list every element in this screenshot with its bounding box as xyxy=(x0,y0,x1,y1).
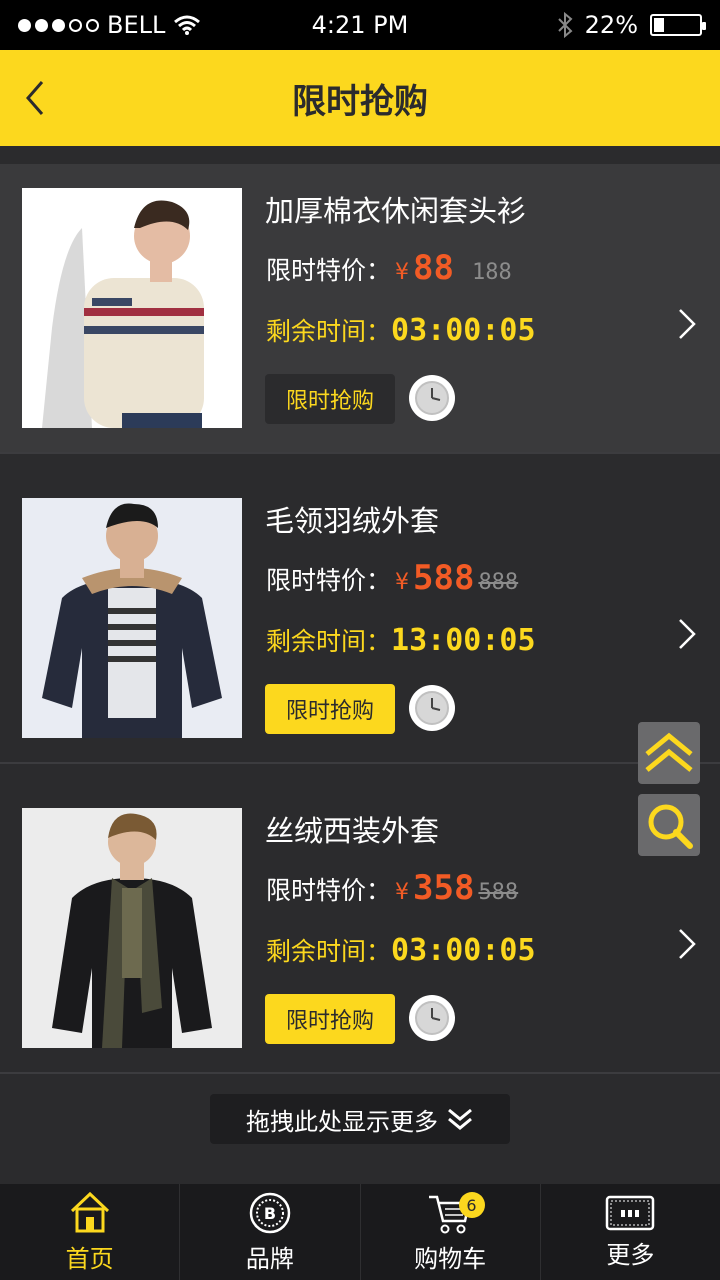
tab-brand[interactable]: B 品牌 xyxy=(180,1184,361,1280)
chevron-right-icon[interactable] xyxy=(672,614,702,654)
status-bar: BELL 4:21 PM 22% xyxy=(0,0,720,50)
product-name: 加厚棉衣休闲套头衫 xyxy=(265,194,527,228)
product-image xyxy=(22,498,242,738)
battery-percent: 22% xyxy=(584,11,638,39)
tab-label: 更多 xyxy=(606,1240,655,1269)
product-image xyxy=(22,808,242,1048)
bluetooth-icon xyxy=(557,12,573,38)
time-label: 剩余时间： xyxy=(266,627,392,656)
tab-home[interactable]: 首页 xyxy=(0,1184,181,1280)
back-icon[interactable] xyxy=(18,76,58,120)
carrier-label: BELL xyxy=(107,11,166,39)
sale-price: 588 xyxy=(413,558,475,598)
countdown: 03:00:05 xyxy=(391,933,536,968)
tab-bar: 首页 B 品牌 6 购物车 更多 xyxy=(0,1184,720,1280)
time-row: 剩余时间： 03:00:05 xyxy=(266,312,536,348)
price-row: 限时特价： ¥ 88 188 xyxy=(266,248,512,288)
price-label: 限时特价： xyxy=(266,256,392,285)
product-card[interactable]: 丝绒西装外套 限时特价： ¥ 358 588 剩余时间： 03:00:05 限时… xyxy=(0,784,720,1074)
battery-icon xyxy=(650,14,706,36)
countdown: 03:00:05 xyxy=(391,313,536,348)
flash-buy-button[interactable]: 限时抢购 xyxy=(265,684,395,734)
search-icon xyxy=(648,804,693,849)
chevron-right-icon[interactable] xyxy=(672,924,702,964)
currency-symbol: ¥ xyxy=(395,260,410,285)
load-more-label: 拖拽此处显示更多 xyxy=(246,1107,438,1136)
product-card[interactable]: 加厚棉衣休闲套头衫 限时特价： ¥ 88 188 剩余时间： 03:00:05 … xyxy=(0,164,720,454)
currency-symbol: ¥ xyxy=(395,880,410,905)
clock-icon xyxy=(409,685,455,731)
time-row: 剩余时间： 03:00:05 xyxy=(266,932,536,968)
original-price: 588 xyxy=(478,880,519,905)
clock-icon xyxy=(409,995,455,1041)
original-price: 188 xyxy=(471,260,512,285)
flash-buy-button[interactable]: 限时抢购 xyxy=(265,374,395,424)
tab-more[interactable]: 更多 xyxy=(541,1184,720,1280)
sale-price: 358 xyxy=(413,868,475,908)
svg-text:B: B xyxy=(264,1204,276,1223)
load-more-bar[interactable]: 拖拽此处显示更多 xyxy=(210,1094,510,1144)
time-label: 剩余时间： xyxy=(266,937,392,966)
search-button[interactable] xyxy=(638,794,700,856)
price-row: 限时特价： ¥ 588 888 xyxy=(266,558,518,598)
double-chevron-down-icon xyxy=(448,1108,472,1130)
clock-icon xyxy=(409,375,455,421)
product-list: 加厚棉衣休闲套头衫 限时特价： ¥ 88 188 剩余时间： 03:00:05 … xyxy=(0,164,720,1074)
price-row: 限时特价： ¥ 358 588 xyxy=(266,868,518,908)
page-title: 限时抢购 xyxy=(292,81,428,122)
product-name: 毛领羽绒外套 xyxy=(265,504,440,538)
sale-price: 88 xyxy=(413,248,454,288)
original-price: 888 xyxy=(478,570,519,595)
status-left: BELL xyxy=(18,11,201,39)
price-label: 限时特价： xyxy=(266,876,392,905)
tab-label: 购物车 xyxy=(414,1244,487,1273)
currency-symbol: ¥ xyxy=(395,570,410,595)
tab-label: 品牌 xyxy=(245,1244,294,1273)
chevron-right-icon[interactable] xyxy=(672,304,702,344)
cart-count-badge: 6 xyxy=(458,1192,485,1218)
time-row: 剩余时间： 13:00:05 xyxy=(266,622,536,658)
flash-buy-button[interactable]: 限时抢购 xyxy=(265,994,395,1044)
tab-label: 首页 xyxy=(65,1244,114,1273)
more-icon xyxy=(606,1195,655,1230)
price-label: 限时特价： xyxy=(266,566,392,595)
home-icon xyxy=(70,1191,109,1232)
product-name: 丝绒西装外套 xyxy=(265,814,440,848)
time-label: 剩余时间： xyxy=(266,317,392,346)
countdown: 13:00:05 xyxy=(391,623,536,658)
status-right: 22% xyxy=(557,11,706,39)
wifi-icon xyxy=(174,15,201,35)
tab-cart[interactable]: 6 购物车 xyxy=(361,1184,541,1280)
brand-icon: B xyxy=(249,1192,291,1233)
double-chevron-up-icon xyxy=(645,732,693,772)
product-card[interactable]: 毛领羽绒外套 限时特价： ¥ 588 888 剩余时间： 13:00:05 限时… xyxy=(0,474,720,764)
product-image xyxy=(22,188,242,428)
signal-icon xyxy=(18,18,99,32)
header: 限时抢购 xyxy=(0,50,720,146)
battery-fill xyxy=(654,18,664,32)
scroll-top-button[interactable] xyxy=(638,722,700,784)
